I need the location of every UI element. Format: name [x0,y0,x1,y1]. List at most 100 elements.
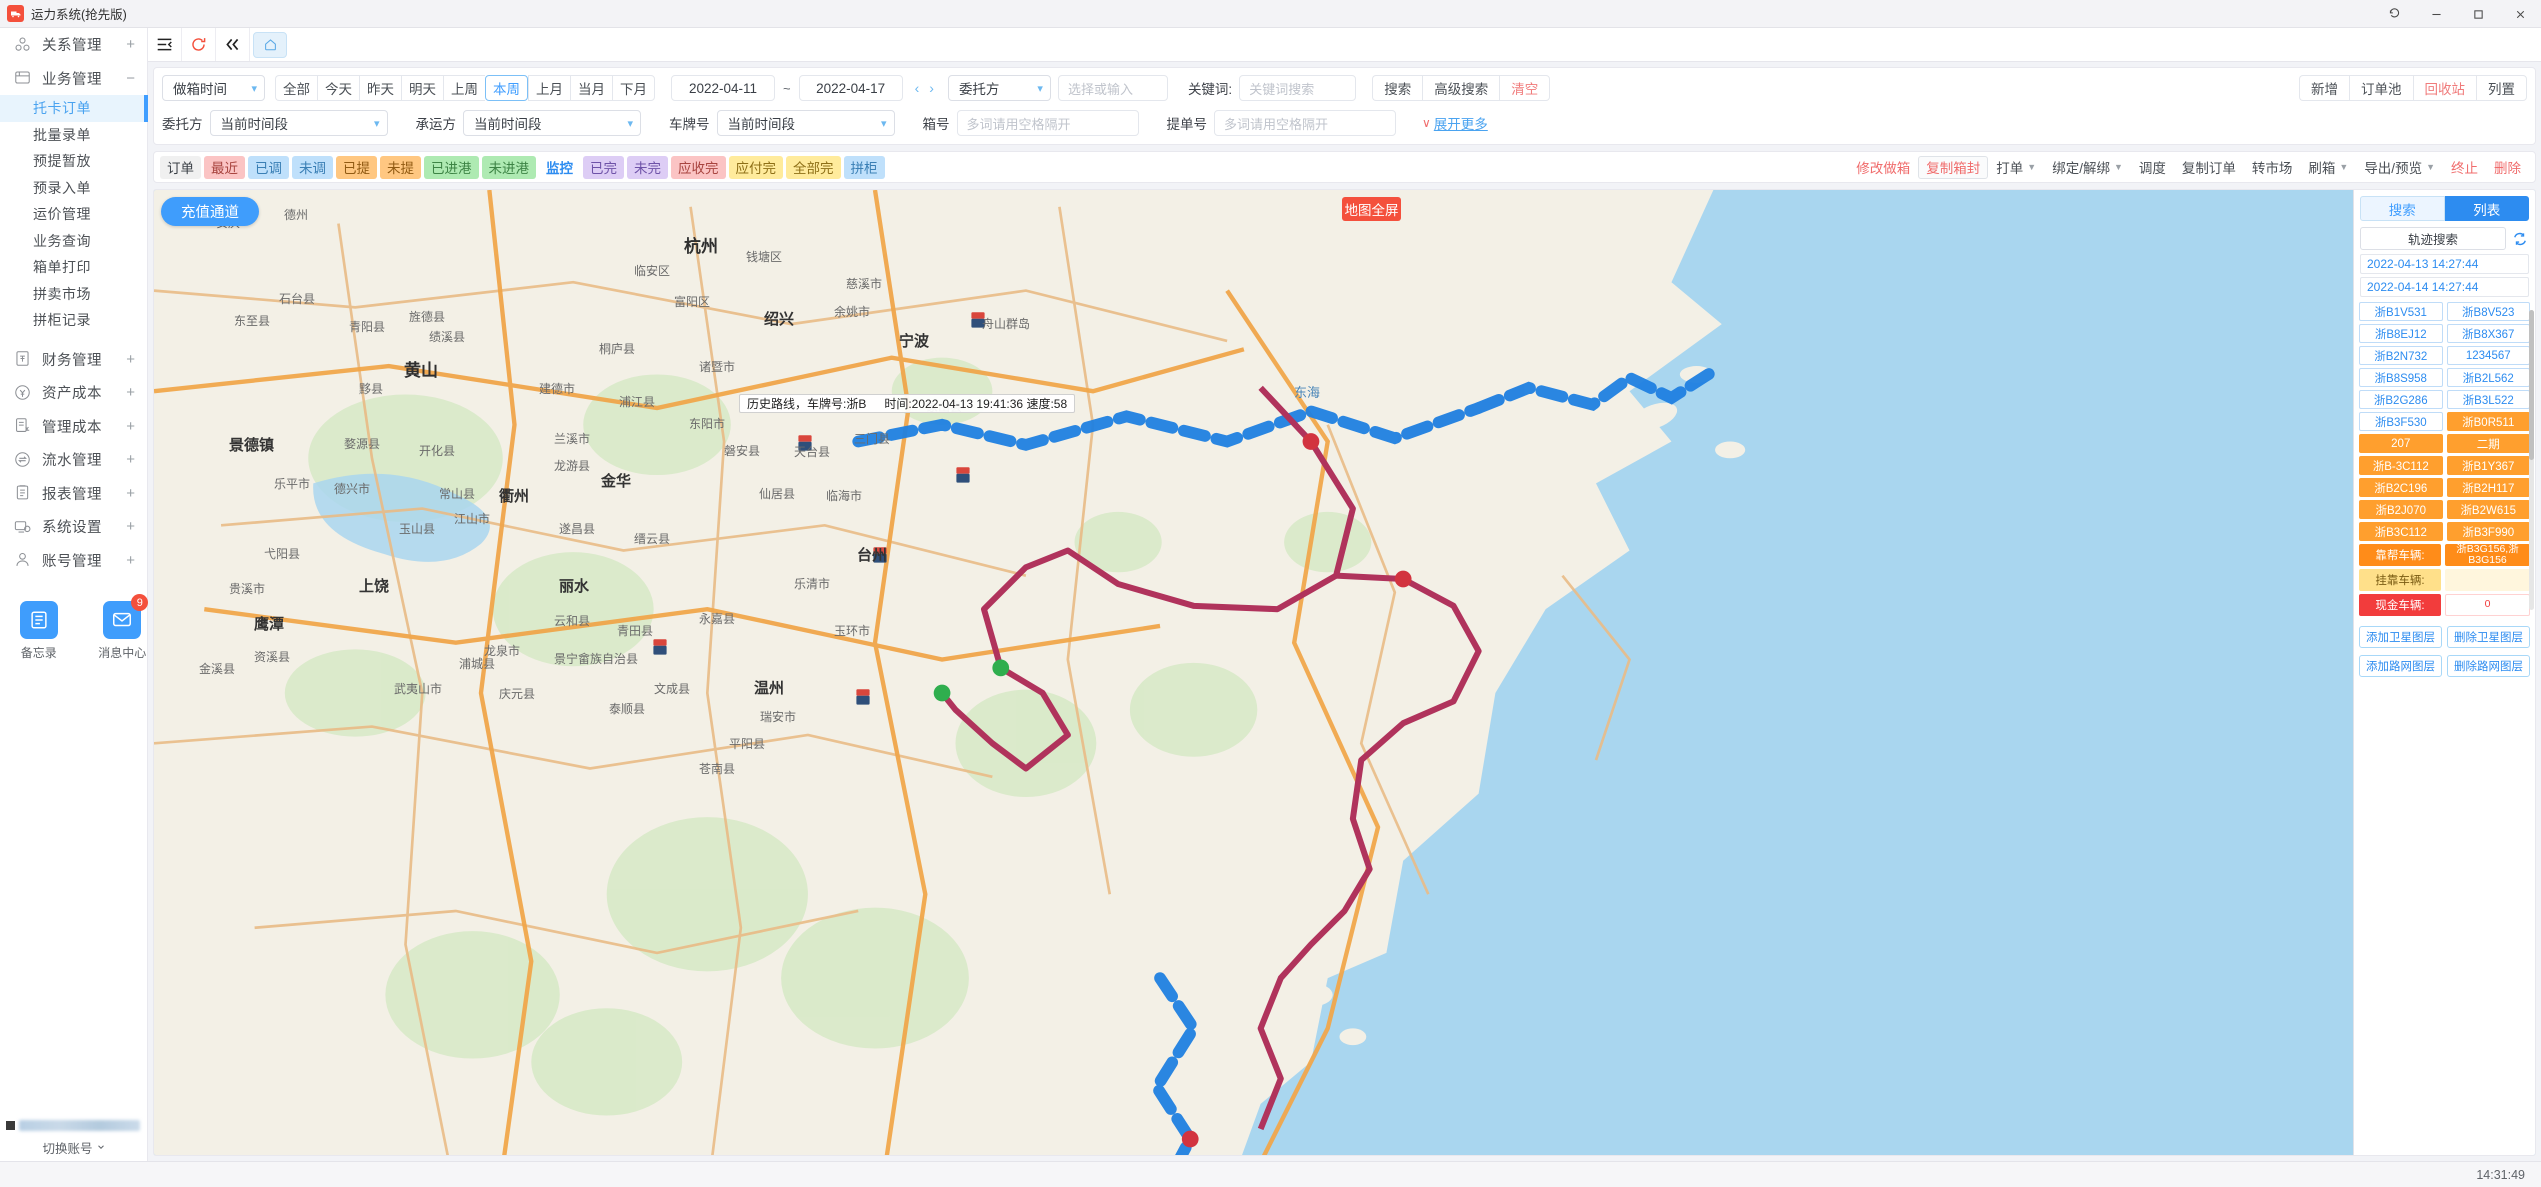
plate-item[interactable]: 浙B2W615 [2446,500,2530,519]
tab-monitor[interactable]: 监控 [539,156,580,179]
home-tab[interactable] [250,28,290,61]
export-preview-button[interactable]: 导出/预览 ▼ [2356,156,2443,179]
expand-toggle[interactable]: + [126,37,135,52]
tab-consolidation[interactable]: 拼柜 [843,155,885,179]
party-input[interactable]: 选择或输入 [1057,75,1168,101]
add-road-layer-button[interactable]: 添加路网图层 [2359,655,2442,677]
copy-order-button[interactable]: 复制订单 [2174,156,2244,179]
expand-toggle[interactable]: + [126,452,135,467]
plate-item[interactable]: 浙B8X367 [2446,324,2530,343]
collapse-toggle[interactable]: − [126,71,135,86]
to-market-button[interactable]: 转市场 [2244,156,2301,179]
tab-receivable-complete[interactable]: 应收完 [671,155,726,179]
range-next-month[interactable]: 下月 [612,75,655,101]
sidebar-item-business-query[interactable]: 业务查询 [0,228,147,255]
sidebar-item-pre-pickup[interactable]: 预提暂放 [0,148,147,175]
range-tomorrow[interactable]: 明天 [401,75,443,101]
sidebar-item-consolidation-record[interactable]: 拼柜记录 [0,307,147,334]
expand-toggle[interactable]: + [126,486,135,501]
plate-select[interactable]: 当前时间段 ▾ [716,110,895,136]
tab-not-completed[interactable]: 未完 [627,155,668,179]
print-button[interactable]: 打单 ▼ [1988,156,2044,179]
tab-not-entered-port[interactable]: 未进港 [481,155,536,179]
search-button[interactable]: 搜索 [1372,75,1423,101]
time-type-select[interactable]: 做箱时间 ▾ [162,75,265,101]
plate-item[interactable]: 浙B-3C112 [2359,456,2443,475]
plate-item[interactable]: 浙B8V523 [2446,302,2530,321]
range-this-month[interactable]: 当月 [570,75,612,101]
plate-item[interactable]: 浙B0R511 [2446,412,2530,431]
tab-completed[interactable]: 已完 [583,155,624,179]
map-fullscreen-button[interactable]: 地图全屏 [1342,197,1401,221]
plate-item[interactable]: 浙B2H117 [2446,478,2530,497]
sidebar-item-batch-entry[interactable]: 批量录单 [0,122,147,149]
plate-item[interactable]: 浙B3F530 [2359,412,2443,431]
plate-item[interactable]: 浙B3F990 [2446,522,2530,541]
sidebar-item-tuoka-order[interactable]: 托卡订单 [0,95,147,122]
tab-search[interactable]: 搜索 [2360,196,2445,221]
tab-payable-complete[interactable]: 应付完 [728,155,783,179]
sidebar-group-account[interactable]: 账号管理 + [0,544,147,578]
container-input[interactable]: 多词请用空格隔开 [956,110,1139,136]
tab-recent[interactable]: 最近 [204,155,245,179]
copy-seal-button[interactable]: 复制箱封 [1918,155,1989,179]
date-to-input[interactable]: 2022-04-17 [798,75,903,101]
plate-item[interactable]: 浙B2G286 [2359,390,2443,409]
expand-toggle[interactable]: + [126,419,135,434]
chevron-right-icon[interactable]: › [929,80,934,96]
plate-item[interactable]: 二期 [2446,434,2530,453]
tab-dispatched[interactable]: 已调 [248,155,289,179]
remove-road-layer-button[interactable]: 删除路网图层 [2447,655,2530,677]
sidebar-group-relations[interactable]: 关系管理 + [0,28,147,62]
expand-toggle[interactable]: + [126,519,135,534]
range-today[interactable]: 今天 [317,75,359,101]
tab-all-complete[interactable]: 全部完 [786,155,841,179]
collapse-sidebar-icon[interactable] [148,28,182,61]
range-last-month[interactable]: 上月 [528,75,570,101]
shortcut-memo[interactable]: 备忘录 [14,601,64,661]
plate-item[interactable]: 浙B3C112 [2359,522,2443,541]
tab-entered-port[interactable]: 已进港 [424,155,479,179]
bl-input[interactable]: 多词请用空格隔开 [1214,110,1396,136]
range-this-week[interactable]: 本周 [485,75,528,101]
delete-button[interactable]: 删除 [2486,156,2529,179]
tab-list[interactable]: 列表 [2444,196,2529,221]
plate-item[interactable]: 浙B3L522 [2446,390,2530,409]
plate-item[interactable]: 浙B2L562 [2446,368,2530,387]
refresh-icon[interactable] [182,28,216,61]
dispatch-button[interactable]: 调度 [2131,156,2174,179]
sidebar-group-business[interactable]: 业务管理 − [0,62,147,96]
plate-item[interactable]: 浙B8S958 [2359,368,2443,387]
map-container[interactable]: 杭州绍兴宁波金华衢州丽水台州温州黄山上饶景德镇鹰潭东海安庆德州临安区富阳区钱塘区… [153,189,2536,1156]
plate-item[interactable]: 1234567 [2446,346,2530,365]
double-chevron-left-icon[interactable] [216,28,250,61]
add-button[interactable]: 新增 [2299,75,2349,101]
sidebar-group-report[interactable]: 报表管理 + [0,477,147,511]
recharge-channel-button[interactable]: 充值通道 [161,197,259,226]
add-satellite-layer-button[interactable]: 添加卫星图层 [2359,626,2442,648]
range-last-week[interactable]: 上周 [443,75,485,101]
minimize-icon[interactable] [2415,0,2457,28]
remove-satellite-layer-button[interactable]: 删除卫星图层 [2447,626,2530,648]
keyword-input[interactable]: 关键词搜索 [1239,75,1357,101]
advanced-search-button[interactable]: 高级搜索 [1422,75,1500,101]
sidebar-group-flow[interactable]: 流水管理 + [0,443,147,477]
switch-account-button[interactable]: 切换账号 [0,1133,148,1161]
sidebar-group-settings[interactable]: 系统设置 + [0,510,147,544]
tab-order[interactable]: 订单 [160,155,201,179]
restore-icon[interactable] [2373,0,2415,28]
party-type-select[interactable]: 委托方 ▾ [947,75,1051,101]
kv-value[interactable]: 浙B3G156,浙B3G156 [2445,543,2530,566]
columns-button[interactable]: 列置 [2476,75,2527,101]
expand-toggle[interactable]: + [126,352,135,367]
consignor-select[interactable]: 当前时间段 ▾ [209,110,388,136]
expand-toggle[interactable]: + [126,553,135,568]
range-yesterday[interactable]: 昨天 [359,75,401,101]
kv-value[interactable] [2445,569,2530,591]
expand-more-button[interactable]: ∨ 展开更多 [1422,113,1488,133]
sync-icon[interactable] [2511,229,2529,249]
date-from-input[interactable]: 2022-04-11 [671,75,775,101]
plate-item[interactable]: 浙B8EJ12 [2359,324,2443,343]
chevron-left-icon[interactable]: ‹ [915,80,920,96]
terminate-button[interactable]: 终止 [2443,156,2486,179]
